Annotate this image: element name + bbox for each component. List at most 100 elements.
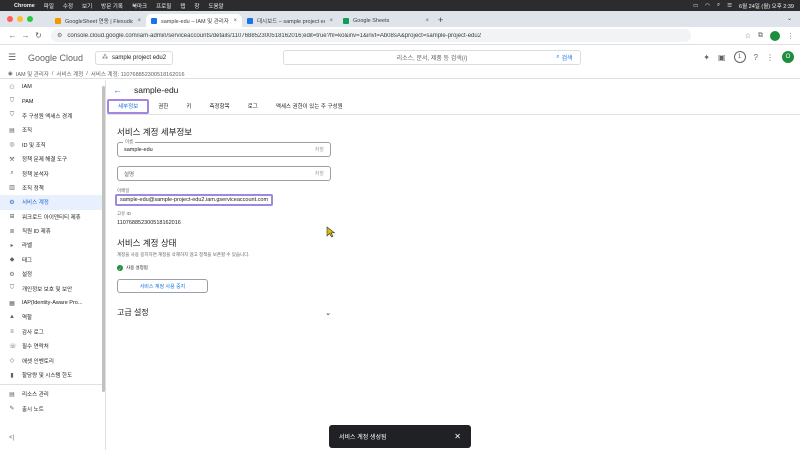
back-icon[interactable]: ←: [6, 31, 19, 40]
tab-principals-with-access[interactable]: 액세스 권한이 있는 주 구성원: [267, 98, 352, 115]
sidebar-item[interactable]: ▦ IAP(Identity-Aware Pro...: [0, 296, 105, 310]
menubar-item[interactable]: 북마크: [132, 2, 147, 10]
description-save-hint[interactable]: 저장: [315, 170, 324, 177]
advanced-settings-toggle[interactable]: 고급 설정 ⌄: [117, 307, 331, 318]
menubar-clock[interactable]: 6월 24일 (월) 오후 2:39: [739, 2, 794, 10]
close-tab-icon[interactable]: ×: [329, 18, 333, 24]
sidebar-item[interactable]: ☏ 필수 연락처: [0, 339, 105, 353]
sidebar-item-label: 태그: [22, 257, 33, 264]
browser-tab[interactable]: 대시보드 – sample project edu ×: [242, 14, 338, 27]
description-placeholder: 설명: [124, 171, 135, 178]
menubar-item[interactable]: 탭: [180, 2, 185, 10]
tab-title: sample-edu – IAM 및 관리자 –: [161, 18, 230, 25]
sidebar-item[interactable]: ▤ 리소스 관리: [0, 387, 105, 401]
extensions-icon[interactable]: ⧉: [758, 32, 763, 40]
minimize-window-icon[interactable]: [17, 16, 23, 22]
browser-tab[interactable]: GoogleSheet 연동 | Flexudio ×: [50, 14, 146, 27]
sidebar-item[interactable]: ⚙ 서비스 계정: [0, 195, 105, 210]
sidebar-item[interactable]: ◇ 애셋 인벤토리: [0, 353, 105, 367]
menubar-item[interactable]: 방문 기록: [101, 2, 123, 10]
battery-icon[interactable]: ▭: [693, 3, 698, 9]
sidebar-item[interactable]: ⚒ 정책 문제 해결 도구: [0, 152, 105, 166]
description-field[interactable]: 설명 저장: [117, 166, 331, 181]
address-bar[interactable]: ⚙ console.cloud.google.com/iam-admin/ser…: [51, 29, 691, 42]
more-vert-icon[interactable]: ⋮: [766, 53, 774, 62]
sidebar-item[interactable]: ▥ 조직 정책: [0, 181, 105, 195]
help-icon[interactable]: ?: [754, 53, 758, 62]
sidebar-item[interactable]: ✎ 출시 노트: [0, 402, 105, 416]
menubar-app-name[interactable]: Chrome: [14, 3, 35, 9]
chrome-menu-icon[interactable]: ⋮: [787, 32, 794, 40]
close-tab-icon[interactable]: ×: [425, 18, 429, 24]
snackbar-toast: 서비스 계정 생성됨 ✕: [329, 425, 471, 448]
reload-icon[interactable]: ↻: [32, 31, 45, 40]
menubar-item[interactable]: 수정: [63, 2, 73, 10]
sidebar-item[interactable]: ⚇ IAM: [0, 80, 105, 94]
tab-search-icon[interactable]: ⌄: [787, 15, 792, 22]
tab-metrics[interactable]: 측정항목: [200, 98, 238, 115]
sidebar-item[interactable]: ≣ 직원 ID 제휴: [0, 224, 105, 238]
sidebar-item[interactable]: ≡ 감사 로그: [0, 325, 105, 339]
menubar-item[interactable]: 도움말: [208, 2, 223, 10]
search-input[interactable]: 리소스, 문서, 제품 등 검색(/): [283, 50, 581, 65]
breadcrumb-item[interactable]: 서비스 계정: [56, 70, 83, 78]
sidebar-item[interactable]: ▸ 라벨: [0, 238, 105, 252]
tab-logs[interactable]: 로그: [239, 98, 267, 115]
wifi-icon[interactable]: ◠: [705, 3, 710, 9]
notifications-badge[interactable]: 1: [733, 51, 746, 63]
menubar-item[interactable]: 프로필: [156, 2, 171, 10]
close-tab-icon[interactable]: ×: [137, 18, 141, 24]
sidebar-item[interactable]: ▤ 조직: [0, 123, 105, 137]
cloud-shell-icon[interactable]: ▣: [718, 53, 726, 62]
menu-icon[interactable]: ☰: [8, 52, 22, 63]
person-add-icon: ⚇: [9, 84, 15, 91]
sidebar-item-label: 직원 ID 제휴: [22, 229, 51, 236]
gemini-icon[interactable]: ✦: [703, 53, 710, 62]
google-cloud-logo[interactable]: Google Cloud: [28, 53, 83, 63]
browser-tab[interactable]: Google Sheets ×: [338, 14, 434, 27]
profile-avatar[interactable]: [770, 30, 780, 41]
collapse-sidebar-icon[interactable]: <|: [9, 435, 14, 441]
name-save-hint[interactable]: 저장: [315, 146, 324, 153]
sidebar-item[interactable]: ⛉ PAM: [0, 94, 105, 108]
close-window-icon[interactable]: [7, 16, 13, 22]
sidebar-item[interactable]: ⚙ 설정: [0, 267, 105, 281]
back-arrow-icon[interactable]: ←: [113, 85, 122, 95]
search-button[interactable]: ⌕ 검색: [550, 51, 579, 63]
name-field[interactable]: 이름 sample-edu 저장: [117, 139, 331, 157]
menubar-item[interactable]: 파일: [44, 2, 54, 10]
tab-permissions[interactable]: 권한: [149, 98, 177, 115]
sidebar-item[interactable]: ⛉ 주 구성원 액세스 경계: [0, 109, 105, 123]
sidebar-item[interactable]: ⌕ 정책 분석자: [0, 166, 105, 180]
tab-keys[interactable]: 키: [177, 98, 200, 115]
breadcrumb-item[interactable]: IAM 및 관리자: [16, 70, 49, 78]
forward-icon[interactable]: →: [19, 31, 32, 40]
sidebar-item[interactable]: ◆ 태그: [0, 253, 105, 267]
close-icon[interactable]: ✕: [454, 432, 461, 441]
project-picker-button[interactable]: ⁂ sample project edu2: [95, 50, 174, 65]
new-tab-button[interactable]: +: [438, 15, 443, 25]
sidebar-item[interactable]: ⛉ 개인정보 보호 및 보안: [0, 281, 105, 295]
disable-service-account-button[interactable]: 서비스 계정 사용 중지: [117, 279, 208, 293]
spotlight-icon[interactable]: ⌕: [717, 2, 720, 9]
close-tab-icon[interactable]: ×: [233, 18, 237, 24]
sidebar-item[interactable]: ▮ 할당량 및 시스템 한도: [0, 368, 105, 382]
sidebar-item[interactable]: ▲ 역할: [0, 310, 105, 324]
menubar-item[interactable]: 창: [194, 2, 199, 10]
bookmark-star-icon[interactable]: ☆: [745, 32, 751, 40]
sidebar-item[interactable]: ◎ ID 및 조직: [0, 138, 105, 152]
check-circle-icon: ✓: [117, 265, 123, 271]
service-account-icon: ⚙: [9, 199, 15, 206]
iap-icon: ▦: [9, 300, 15, 307]
account-avatar[interactable]: O: [782, 51, 794, 63]
maximize-window-icon[interactable]: [27, 16, 33, 22]
sidebar-scrollbar[interactable]: [102, 86, 105, 392]
tab-details[interactable]: 세부정보: [107, 98, 150, 114]
favicon-icon: [55, 17, 61, 24]
browser-tab-active[interactable]: sample-edu – IAM 및 관리자 – ×: [146, 14, 242, 27]
control-center-icon[interactable]: ☰: [727, 3, 732, 9]
site-info-icon[interactable]: ⚙: [57, 32, 62, 39]
sidebar-item[interactable]: ⊞ 워크로드 아이덴티티 제휴: [0, 210, 105, 224]
search-button-label: 검색: [561, 55, 573, 62]
menubar-item[interactable]: 보기: [82, 2, 92, 10]
